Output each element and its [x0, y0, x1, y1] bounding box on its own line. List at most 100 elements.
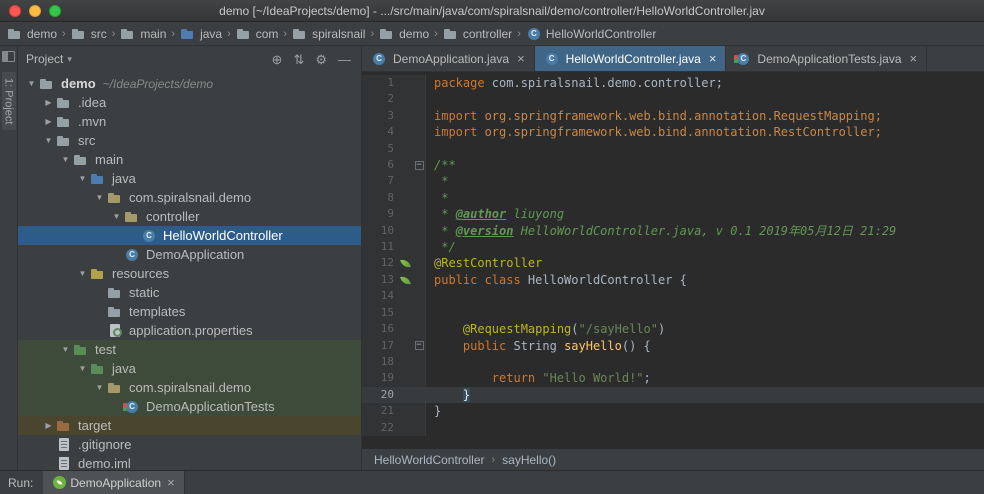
- tree-item-templates[interactable]: templates: [18, 302, 361, 321]
- fold-column: [413, 107, 426, 125]
- code-line[interactable]: 4 import org.springframework.web.bind.ann…: [362, 124, 984, 141]
- code-line[interactable]: 19 return "Hello World!";: [362, 370, 984, 387]
- project-view-selector[interactable]: Project ▾: [26, 52, 72, 66]
- chevron-down-icon[interactable]: ▼: [92, 383, 107, 392]
- chevron-right-icon[interactable]: ▶: [41, 421, 56, 430]
- fold-collapse-icon[interactable]: −: [414, 160, 424, 170]
- breadcrumb-item[interactable]: src: [71, 27, 107, 41]
- code-line[interactable]: 9 * @author liuyong: [362, 206, 984, 223]
- hide-panel-icon[interactable]: —: [338, 53, 351, 66]
- code-line[interactable]: 20 }: [362, 386, 984, 404]
- chevron-right-icon[interactable]: ▶: [41, 117, 56, 126]
- tree-item-demo-iml[interactable]: demo.iml: [18, 454, 361, 470]
- tree-item-demoapplicationtests[interactable]: DemoApplicationTests: [18, 397, 361, 416]
- tree-item-static[interactable]: static: [18, 283, 361, 302]
- tree-item-resources[interactable]: ▼ resources: [18, 264, 361, 283]
- settings-icon[interactable]: ⚙: [315, 53, 327, 66]
- code-line[interactable]: 14: [362, 288, 984, 305]
- code-line[interactable]: 12 @RestController: [362, 255, 984, 272]
- breadcrumb-item[interactable]: controller: [443, 27, 512, 41]
- editor-tab[interactable]: DemoApplication.java ×: [362, 46, 535, 71]
- minimize-window-button[interactable]: [29, 4, 41, 17]
- chevron-down-icon[interactable]: ▼: [75, 174, 90, 183]
- fold-collapse-icon[interactable]: −: [414, 341, 424, 351]
- code-token: return: [491, 371, 543, 386]
- tab-close-icon[interactable]: ×: [910, 52, 918, 65]
- tree-item-test[interactable]: ▼ test: [18, 340, 361, 359]
- code-editor[interactable]: 1 package com.spiralsnail.demo.controller…: [362, 72, 984, 448]
- breadcrumb-item[interactable]: spiralsnail: [292, 27, 365, 41]
- chevron-down-icon[interactable]: ▼: [92, 193, 107, 202]
- tree-item-controller[interactable]: ▼ controller: [18, 207, 361, 226]
- tree-item-java[interactable]: ▼ java: [18, 169, 361, 188]
- tree-item--gitignore[interactable]: .gitignore: [18, 435, 361, 454]
- locate-icon[interactable]: ⊕: [272, 53, 283, 66]
- breadcrumb-item[interactable]: HelloWorldController: [526, 27, 656, 41]
- folder-icon: [7, 27, 23, 41]
- run-tab[interactable]: DemoApplication ×: [43, 471, 185, 494]
- editor-breadcrumb-item[interactable]: sayHello(): [502, 453, 556, 467]
- code-line[interactable]: 1 package com.spiralsnail.demo.controller…: [362, 75, 984, 92]
- breadcrumb-item[interactable]: java: [180, 27, 222, 41]
- code-line[interactable]: 16 @RequestMapping("/sayHello"): [362, 321, 984, 338]
- tree-item--idea[interactable]: ▶ .idea: [18, 93, 361, 112]
- tab-close-icon[interactable]: ×: [517, 52, 525, 65]
- editor-breadcrumb-item[interactable]: HelloWorldController: [374, 453, 484, 467]
- tree-item-demoapplication[interactable]: DemoApplication: [18, 245, 361, 264]
- editor-tab[interactable]: HelloWorldController.java ×: [534, 46, 727, 71]
- code-line[interactable]: 6 −/**: [362, 157, 984, 174]
- chevron-right-icon[interactable]: ▶: [41, 98, 56, 107]
- code-line[interactable]: 13 public class HelloWorldController {: [362, 271, 984, 289]
- chevron-down-icon[interactable]: ▼: [109, 212, 124, 221]
- chevron-down-icon[interactable]: ▼: [24, 79, 39, 88]
- tab-close-icon[interactable]: ×: [709, 52, 717, 65]
- tree-item-src[interactable]: ▼ src: [18, 131, 361, 150]
- fold-column: [413, 124, 426, 141]
- chevron-down-icon[interactable]: ▼: [58, 345, 73, 354]
- close-window-button[interactable]: [9, 4, 21, 17]
- tree-item-demo[interactable]: ▼ demo ~/IdeaProjects/demo: [18, 74, 361, 93]
- code-line[interactable]: 8 *: [362, 189, 984, 207]
- chevron-down-icon[interactable]: ▼: [75, 364, 90, 373]
- breadcrumb-item[interactable]: demo: [379, 27, 429, 41]
- code-line[interactable]: 11 */: [362, 239, 984, 256]
- code-line[interactable]: 2: [362, 91, 984, 108]
- tree-item-hint: ~/IdeaProjects/demo: [102, 76, 214, 91]
- tree-item--mvn[interactable]: ▶ .mvn: [18, 112, 361, 131]
- tool-window-bars-icon[interactable]: [2, 51, 15, 62]
- code-line[interactable]: 3 import org.springframework.web.bind.ann…: [362, 107, 984, 125]
- breadcrumb-item[interactable]: demo: [7, 27, 57, 41]
- code-line[interactable]: 17 − public String sayHello() {: [362, 337, 984, 354]
- tree-item-main[interactable]: ▼ main: [18, 150, 361, 169]
- collapse-all-icon[interactable]: ⇅: [293, 53, 304, 66]
- folder-icon: [56, 134, 72, 148]
- tree-item-target[interactable]: ▶ target: [18, 416, 361, 435]
- code-line[interactable]: 7 *: [362, 173, 984, 190]
- line-number: 16: [362, 321, 398, 338]
- code-token: "Hello World!": [542, 371, 644, 386]
- tree-item-java[interactable]: ▼ java: [18, 359, 361, 378]
- chevron-down-icon[interactable]: ▼: [75, 269, 90, 278]
- breadcrumb-item[interactable]: main: [120, 27, 166, 41]
- code-line[interactable]: 15: [362, 304, 984, 322]
- tree-item-helloworldcontroller[interactable]: HelloWorldController: [18, 226, 361, 245]
- run-tab-close-icon[interactable]: ×: [167, 476, 175, 489]
- code-line[interactable]: 21}: [362, 403, 984, 420]
- code-line[interactable]: 22: [362, 419, 984, 436]
- code-line[interactable]: 5: [362, 140, 984, 158]
- spring-bean-icon[interactable]: [400, 274, 411, 286]
- tree-item-com-spiralsnail-demo[interactable]: ▼ com.spiralsnail.demo: [18, 378, 361, 397]
- chevron-down-icon[interactable]: ▼: [41, 136, 56, 145]
- code-line[interactable]: 18: [362, 353, 984, 371]
- zoom-window-button[interactable]: [49, 4, 61, 17]
- tree-item-com-spiralsnail-demo[interactable]: ▼ com.spiralsnail.demo: [18, 188, 361, 207]
- project-tool-window-button[interactable]: 1: Project: [1, 72, 16, 131]
- tree-item-application-properties[interactable]: application.properties: [18, 321, 361, 340]
- chevron-down-icon[interactable]: ▼: [58, 155, 73, 164]
- breadcrumb-item[interactable]: com: [236, 27, 278, 41]
- spring-bean-icon[interactable]: [400, 258, 411, 270]
- tree-item-label: resources: [112, 266, 170, 281]
- gutter-icon-column: [398, 173, 413, 190]
- code-line[interactable]: 10 * @version HelloWorldController.java,…: [362, 222, 984, 240]
- editor-tab[interactable]: DemoApplicationTests.java ×: [726, 46, 928, 71]
